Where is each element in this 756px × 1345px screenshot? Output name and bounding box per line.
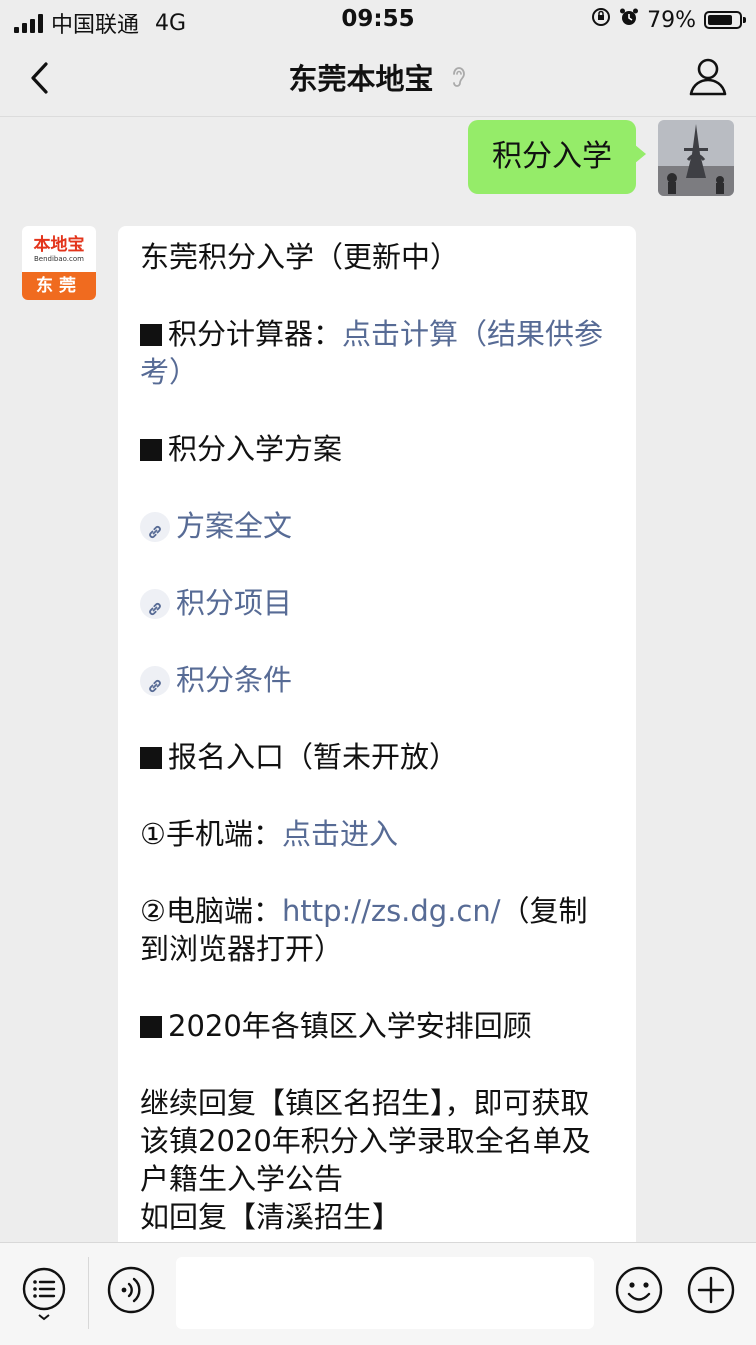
link-full-text[interactable]: 方案全文	[176, 509, 292, 543]
menu-list-icon	[22, 1267, 66, 1321]
review-heading-line: 2020年各镇区入学安排回顾	[140, 1007, 614, 1045]
bot-message-bubble: 东莞积分入学（更新中） 积分计算器：点击计算（结果供参考） 积分入学方案 方案全…	[118, 226, 636, 1266]
input-toolbar	[0, 1242, 756, 1345]
battery-icon	[704, 11, 746, 29]
mobile-label: ①手机端：	[140, 817, 282, 851]
reply-instruction: 继续回复【镇区名招生】，即可获取该镇2020年积分入学录取全名单及户籍生入学公告	[140, 1086, 591, 1196]
emoji-icon	[615, 1266, 663, 1314]
calculator-label: 积分计算器：	[168, 317, 343, 351]
plan-heading-line: 积分入学方案	[140, 430, 614, 468]
link-full-text-line[interactable]: 方案全文	[140, 507, 614, 545]
voice-button[interactable]	[106, 1265, 156, 1315]
pc-link[interactable]: http://zs.dg.cn/	[282, 894, 501, 928]
user-avatar[interactable]	[658, 120, 734, 196]
ear-icon	[450, 67, 468, 95]
bullet-square-icon	[140, 324, 162, 346]
bullet-square-icon	[140, 439, 162, 461]
signup-heading: 报名入口（暂未开放）	[168, 740, 459, 774]
plus-circle-icon	[687, 1266, 735, 1314]
bot-avatar-logo: 本地宝 Bendibao.com	[22, 226, 96, 272]
mobile-link[interactable]: 点击进入	[282, 817, 398, 851]
alarm-icon	[619, 7, 639, 33]
link-icon	[140, 512, 170, 542]
chat-title: 东莞本地宝	[288, 62, 434, 96]
emoji-button[interactable]	[614, 1265, 664, 1315]
calculator-line: 积分计算器：点击计算（结果供参考）	[140, 315, 614, 391]
avatar-brand: 本地宝	[33, 234, 85, 255]
message-title: 东莞积分入学（更新中）	[140, 240, 460, 274]
pc-label: ②电脑端：	[140, 894, 282, 928]
bullet-square-icon	[140, 1016, 162, 1038]
voice-icon	[107, 1266, 155, 1314]
nav-bar: 东莞本地宝	[0, 40, 756, 117]
bullet-square-icon	[140, 747, 162, 769]
status-bar: 中国联通 4G 09:55 79%	[0, 0, 756, 40]
review-heading: 2020年各镇区入学安排回顾	[168, 1009, 532, 1043]
rotation-lock-icon	[591, 7, 611, 33]
avatar-url: Bendibao.com	[33, 254, 84, 263]
toolbar-divider	[88, 1257, 89, 1329]
profile-button[interactable]	[686, 54, 730, 98]
mobile-line: ①手机端：点击进入	[140, 815, 614, 853]
add-button[interactable]	[686, 1265, 736, 1315]
battery-percent: 79%	[647, 7, 696, 33]
person-icon	[689, 58, 727, 96]
link-icon	[140, 666, 170, 696]
user-message-bubble[interactable]: 积分入学	[468, 120, 646, 194]
avatar-city: 东莞	[22, 272, 96, 300]
plan-heading: 积分入学方案	[168, 432, 343, 466]
link-icon	[140, 589, 170, 619]
user-message-row: 积分入学	[468, 120, 734, 196]
menu-button[interactable]	[20, 1265, 70, 1321]
reply-example: 如回复【清溪招生】	[140, 1200, 402, 1234]
link-conditions-line[interactable]: 积分条件	[140, 661, 614, 699]
message-input[interactable]	[176, 1257, 594, 1329]
pc-line: ②电脑端：http://zs.dg.cn/（复制到浏览器打开）	[140, 892, 614, 968]
signup-heading-line: 报名入口（暂未开放）	[140, 738, 614, 776]
link-conditions[interactable]: 积分条件	[176, 663, 292, 697]
bot-avatar[interactable]: 本地宝 Bendibao.com 东莞	[22, 226, 96, 300]
status-right: 79%	[591, 7, 746, 33]
link-items-line[interactable]: 积分项目	[140, 584, 614, 622]
chat-title-wrap: 东莞本地宝	[0, 56, 756, 98]
link-items[interactable]: 积分项目	[176, 586, 292, 620]
